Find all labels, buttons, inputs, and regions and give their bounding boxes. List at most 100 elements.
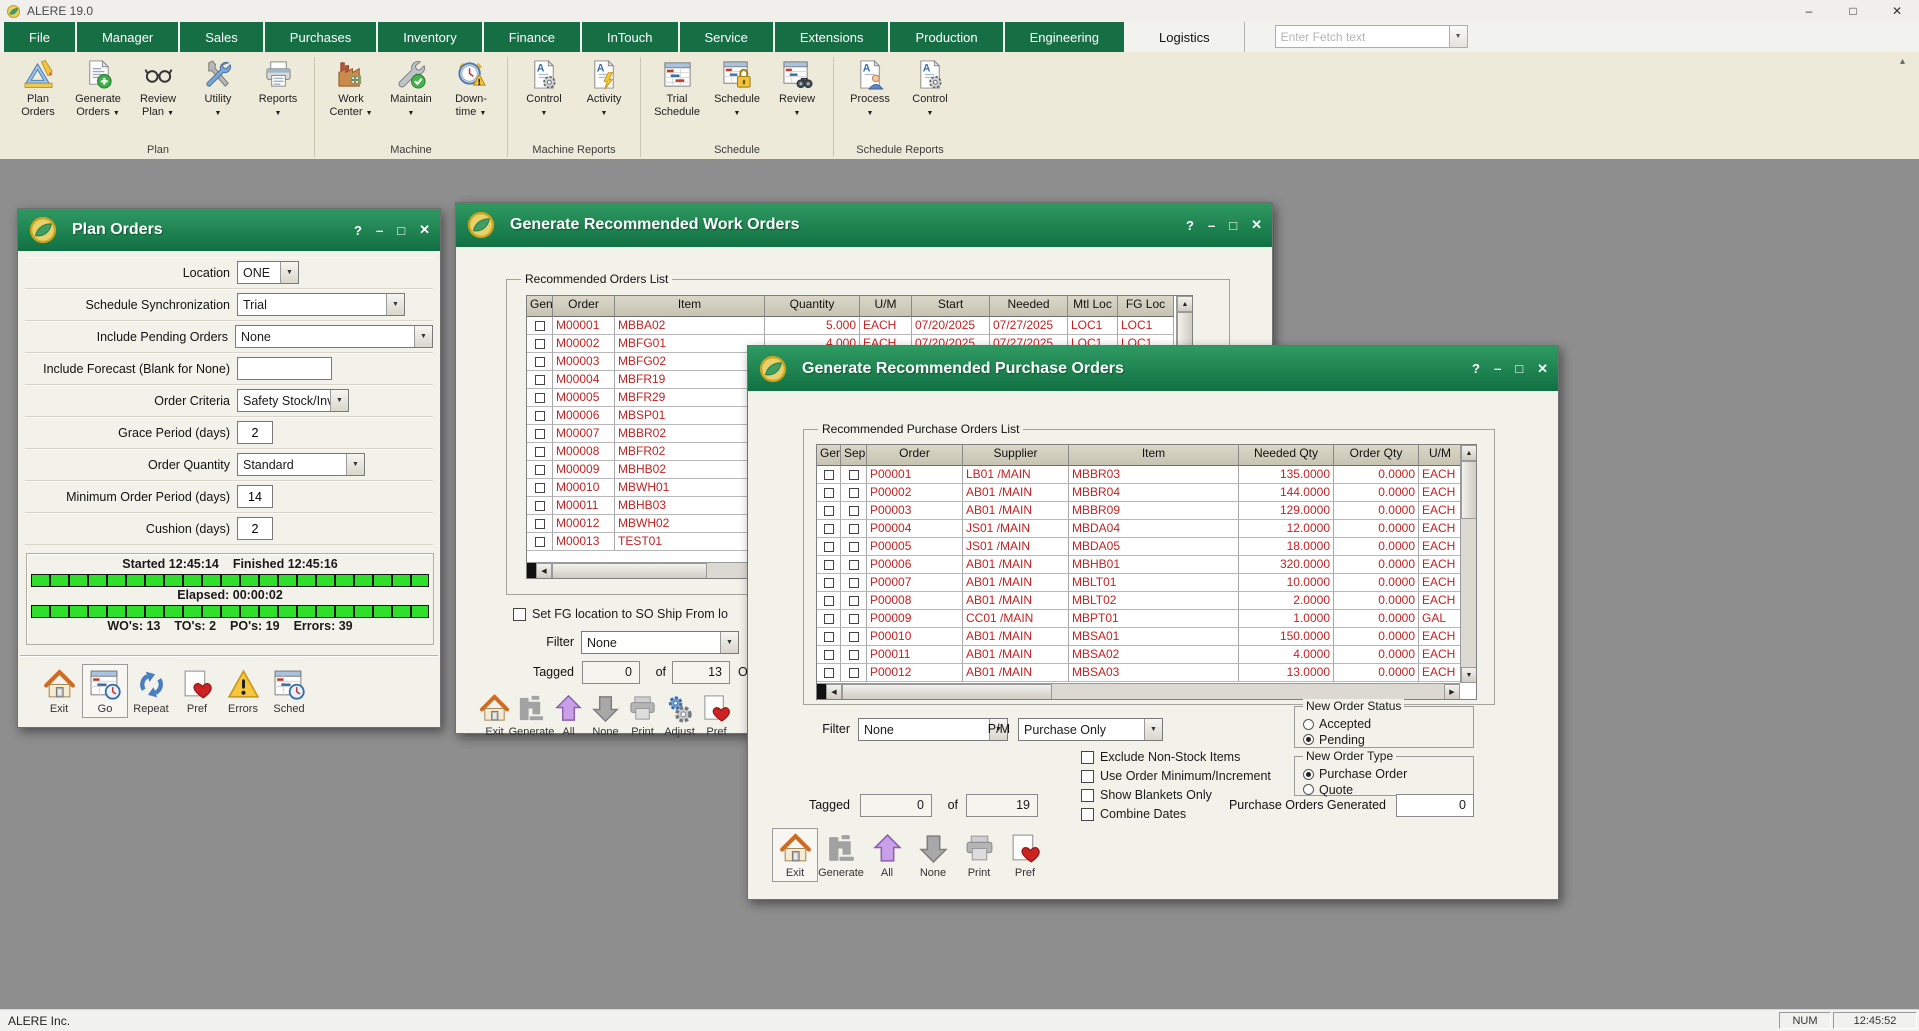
include-forecast-blank-for-none-input[interactable]	[237, 357, 332, 380]
include-pending-orders-select[interactable]: None	[235, 325, 433, 348]
tab-production[interactable]: Production	[890, 22, 1002, 52]
row-checkbox[interactable]	[535, 483, 545, 493]
dropdown-arrow-icon[interactable]	[280, 262, 298, 283]
ribbon-button-review-plan[interactable]: ReviewPlan ▼	[128, 55, 188, 142]
minimize-button[interactable]: –	[376, 223, 383, 238]
row-checkbox[interactable]	[535, 465, 545, 475]
table-row[interactable]: P00004JS01 /MAINMBDA0412.00000.0000EACH	[817, 520, 1476, 538]
row-checkbox[interactable]	[824, 578, 834, 588]
plan-orders-sched-button[interactable]: Sched	[266, 664, 312, 718]
work-orders-all-button[interactable]: All	[550, 689, 587, 741]
purchase-orders-exit-button[interactable]: Exit	[772, 828, 818, 882]
row-checkbox[interactable]	[824, 650, 834, 660]
column-header-u-m[interactable]: U/M	[1419, 445, 1462, 466]
column-header-start[interactable]: Start	[912, 296, 990, 317]
ribbon-button-control[interactable]: AControl▼	[900, 55, 960, 142]
work-orders-print-button[interactable]: Print	[624, 689, 661, 741]
ribbon-button-activity[interactable]: AActivity▼	[574, 55, 634, 142]
order-criteria-select[interactable]: Safety Stock/Inv	[237, 389, 349, 412]
row-checkbox[interactable]	[824, 506, 834, 516]
ribbon-button-plan-orders[interactable]: PlanOrders	[8, 55, 68, 142]
checkbox-set-fg-location[interactable]: Set FG location to SO Ship From lo	[513, 607, 728, 621]
row-checkbox[interactable]	[824, 488, 834, 498]
tab-intouch[interactable]: InTouch	[582, 22, 678, 52]
column-header-fg-loc[interactable]: FG Loc	[1118, 296, 1174, 317]
tab-engineering[interactable]: Engineering	[1005, 22, 1124, 52]
scrollbar-thumb[interactable]	[1461, 461, 1477, 519]
scrollbar-thumb[interactable]	[842, 684, 1052, 700]
ribbon-button-down-time[interactable]: Down-time ▼	[441, 55, 501, 142]
purchase-orders-print-button[interactable]: Print	[956, 828, 1002, 882]
ribbon-button-maintain[interactable]: Maintain▼	[381, 55, 441, 142]
ribbon-button-control[interactable]: AControl▼	[514, 55, 574, 142]
maximize-button[interactable]: □	[1229, 218, 1237, 233]
plan-orders-errors-button[interactable]: Errors	[220, 664, 266, 718]
column-header-order-qty[interactable]: Order Qty	[1334, 445, 1419, 466]
close-button[interactable]: ✕	[1251, 217, 1262, 233]
pm-select[interactable]: Purchase Only	[1018, 718, 1163, 741]
row-checkbox[interactable]	[535, 357, 545, 367]
row-checkbox[interactable]	[535, 393, 545, 403]
minimize-button[interactable]: –	[1494, 361, 1501, 376]
dropdown-arrow-icon[interactable]	[386, 294, 404, 315]
tab-file[interactable]: File	[4, 22, 75, 52]
work-orders-titlebar[interactable]: Generate Recommended Work Orders ?–□✕	[456, 203, 1272, 247]
filter-select[interactable]: None	[581, 631, 739, 654]
row-checkbox[interactable]	[849, 470, 859, 480]
checkbox-exclude-non-stock-items[interactable]: Exclude Non-Stock Items	[1081, 750, 1271, 764]
row-checkbox[interactable]	[535, 411, 545, 421]
column-header-gen[interactable]: Gen	[817, 445, 841, 466]
radio-accepted[interactable]: Accepted	[1303, 717, 1371, 731]
scroll-down-icon[interactable]	[1461, 667, 1477, 683]
row-checkbox[interactable]	[849, 542, 859, 552]
checkbox-use-order-minimum-increment[interactable]: Use Order Minimum/Increment	[1081, 769, 1271, 783]
help-button[interactable]: ?	[354, 223, 362, 238]
tab-service[interactable]: Service	[680, 22, 773, 52]
ribbon-button-schedule[interactable]: Schedule▼	[707, 55, 767, 142]
table-row[interactable]: P00008AB01 /MAINMBLT022.00000.0000EACH	[817, 592, 1476, 610]
row-checkbox[interactable]	[849, 614, 859, 624]
row-checkbox[interactable]	[849, 596, 859, 606]
row-checkbox[interactable]	[824, 668, 834, 678]
row-checkbox[interactable]	[824, 470, 834, 480]
row-checkbox[interactable]	[849, 524, 859, 534]
tab-purchases[interactable]: Purchases	[265, 22, 376, 52]
ribbon-button-work-center[interactable]: WorkCenter ▼	[321, 55, 381, 142]
table-row[interactable]: P00007AB01 /MAINMBLT0110.00000.0000EACH	[817, 574, 1476, 592]
purchase-orders-all-button[interactable]: All	[864, 828, 910, 882]
row-checkbox[interactable]	[849, 632, 859, 642]
plan-orders-pref-button[interactable]: Pref	[174, 664, 220, 718]
schedule-synchronization-select[interactable]: Trial	[237, 293, 405, 316]
help-button[interactable]: ?	[1186, 218, 1194, 233]
scroll-up-icon[interactable]	[1177, 296, 1193, 312]
row-checkbox[interactable]	[849, 488, 859, 498]
table-row[interactable]: P00010AB01 /MAINMBSA01150.00000.0000EACH	[817, 628, 1476, 646]
table-row[interactable]: P00001LB01 /MAINMBBR03135.00000.0000EACH	[817, 466, 1476, 484]
row-checkbox[interactable]	[824, 596, 834, 606]
tab-sales[interactable]: Sales	[180, 22, 263, 52]
scroll-right-icon[interactable]	[1444, 684, 1460, 700]
column-header-item[interactable]: Item	[1069, 445, 1239, 466]
help-button[interactable]: ?	[1472, 361, 1480, 376]
row-checkbox[interactable]	[535, 339, 545, 349]
row-checkbox[interactable]	[849, 668, 859, 678]
scroll-left-icon[interactable]	[536, 563, 552, 579]
row-checkbox[interactable]	[535, 321, 545, 331]
fetch-dropdown-icon[interactable]	[1450, 25, 1468, 48]
row-checkbox[interactable]	[824, 632, 834, 642]
radio-quote[interactable]: Quote	[1303, 783, 1353, 797]
column-header-mtl-loc[interactable]: Mtl Loc	[1068, 296, 1118, 317]
column-header-order[interactable]: Order	[867, 445, 963, 466]
ribbon-button-review[interactable]: Review▼	[767, 55, 827, 142]
scroll-left-icon[interactable]	[826, 684, 842, 700]
ribbon-button-process[interactable]: AProcess▼	[840, 55, 900, 142]
tab-manager[interactable]: Manager	[77, 22, 178, 52]
column-header-supplier[interactable]: Supplier	[963, 445, 1069, 466]
table-row[interactable]: P00003AB01 /MAINMBBR09129.00000.0000EACH	[817, 502, 1476, 520]
app-maximize-button[interactable]: □	[1831, 0, 1875, 22]
cushion-days-input[interactable]	[237, 517, 273, 540]
app-minimize-button[interactable]: –	[1787, 0, 1831, 22]
table-row[interactable]: P00006AB01 /MAINMBHB01320.00000.0000EACH	[817, 556, 1476, 574]
row-checkbox[interactable]	[849, 506, 859, 516]
tab-finance[interactable]: Finance	[484, 22, 580, 52]
